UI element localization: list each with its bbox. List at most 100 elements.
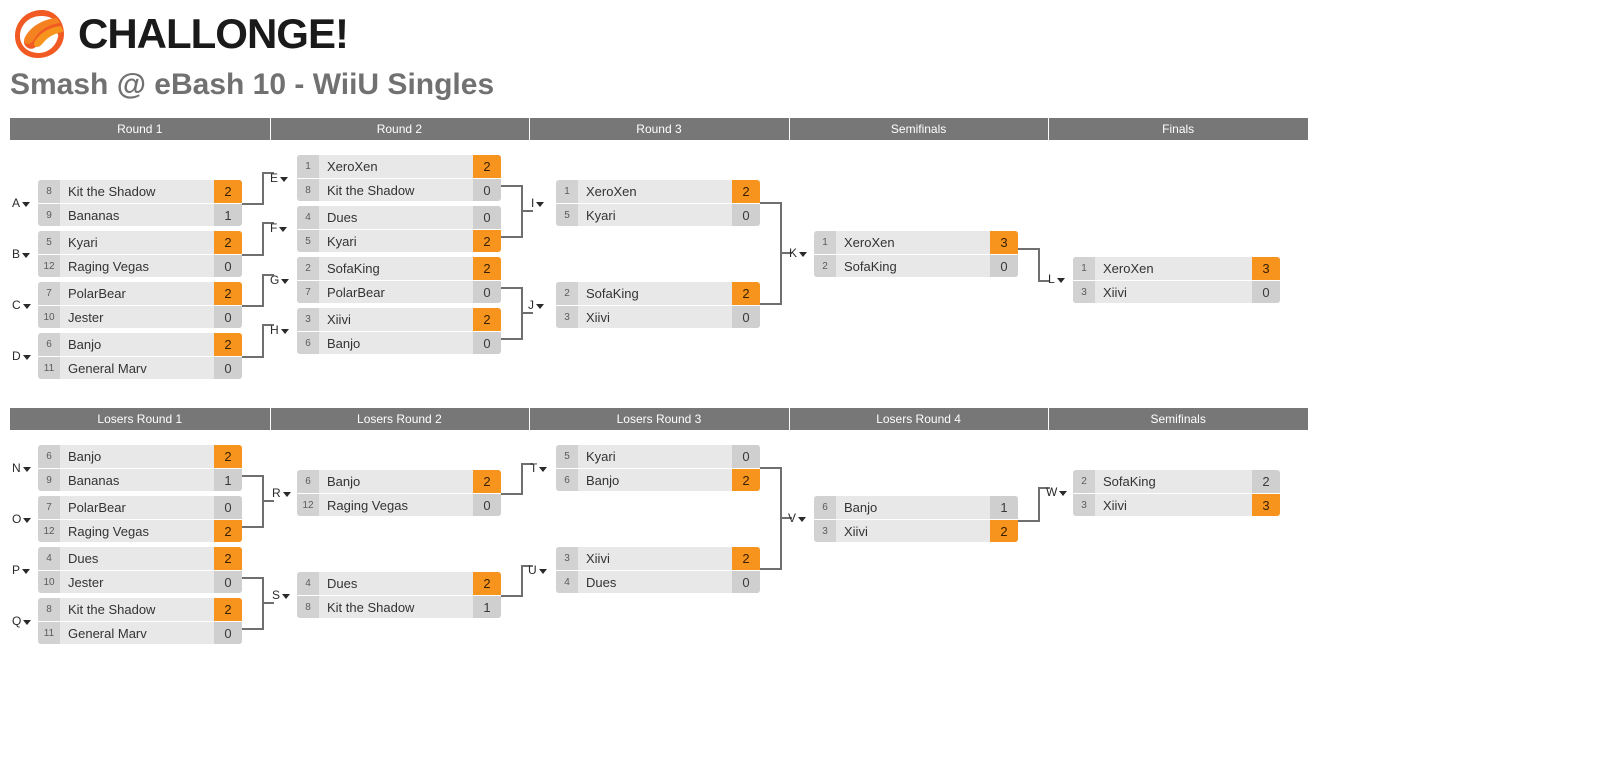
chevron-down-icon[interactable] bbox=[539, 466, 548, 472]
match-label-F[interactable]: F bbox=[270, 221, 288, 235]
match-label-A[interactable]: A bbox=[12, 196, 31, 210]
match-W[interactable]: 2 SofaKing 2 3 Xiivi 3 bbox=[1073, 470, 1280, 516]
chevron-down-icon[interactable] bbox=[798, 516, 807, 522]
match-Q[interactable]: 8 Kit the Shadow 2 11 General Marv 0 bbox=[38, 598, 242, 644]
match-row-top[interactable]: 4 Dues 2 bbox=[297, 572, 501, 595]
match-label-H[interactable]: H bbox=[270, 323, 289, 337]
match-row-top[interactable]: 2 SofaKing 2 bbox=[1073, 470, 1280, 493]
match-label-R[interactable]: R bbox=[272, 486, 291, 500]
match-row-top[interactable]: 3 Xiivi 2 bbox=[297, 308, 501, 331]
match-row-bottom[interactable]: 10 Jester 0 bbox=[38, 305, 242, 328]
match-row-top[interactable]: 5 Kyari 2 bbox=[38, 231, 242, 254]
match-row-top[interactable]: 6 Banjo 2 bbox=[297, 470, 501, 493]
match-D[interactable]: 6 Banjo 2 11 General Marv 0 bbox=[38, 333, 242, 379]
match-label-B[interactable]: B bbox=[12, 247, 31, 261]
match-label-P[interactable]: P bbox=[12, 563, 31, 577]
match-label-Q[interactable]: Q bbox=[12, 614, 32, 628]
match-A[interactable]: 8 Kit the Shadow 2 9 Bananas 1 bbox=[38, 180, 242, 226]
match-H[interactable]: 3 Xiivi 2 6 Banjo 0 bbox=[297, 308, 501, 354]
match-row-bottom[interactable]: 7 PolarBear 0 bbox=[297, 280, 501, 303]
match-label-D[interactable]: D bbox=[12, 349, 31, 363]
match-row-bottom[interactable]: 3 Xiivi 0 bbox=[1073, 280, 1280, 303]
match-V[interactable]: 6 Banjo 1 3 Xiivi 2 bbox=[814, 496, 1018, 542]
match-F[interactable]: 4 Dues 0 5 Kyari 2 bbox=[297, 206, 501, 252]
match-label-N[interactable]: N bbox=[12, 461, 31, 475]
chevron-down-icon[interactable] bbox=[1056, 277, 1065, 283]
match-row-bottom[interactable]: 8 Kit the Shadow 1 bbox=[297, 595, 501, 618]
match-row-top[interactable]: 2 SofaKing 2 bbox=[297, 257, 501, 280]
chevron-down-icon[interactable] bbox=[280, 176, 289, 182]
match-label-C[interactable]: C bbox=[12, 298, 31, 312]
match-row-top[interactable]: 8 Kit the Shadow 2 bbox=[38, 598, 242, 621]
match-row-top[interactable]: 3 Xiivi 2 bbox=[556, 547, 760, 570]
match-row-bottom[interactable]: 9 Bananas 1 bbox=[38, 468, 242, 491]
chevron-down-icon[interactable] bbox=[282, 593, 291, 599]
chevron-down-icon[interactable] bbox=[279, 226, 288, 232]
match-row-top[interactable]: 1 XeroXen 3 bbox=[1073, 257, 1280, 280]
match-N[interactable]: 6 Banjo 2 9 Bananas 1 bbox=[38, 445, 242, 491]
match-U[interactable]: 3 Xiivi 2 4 Dues 0 bbox=[556, 547, 760, 593]
match-S[interactable]: 4 Dues 2 8 Kit the Shadow 1 bbox=[297, 572, 501, 618]
chevron-down-icon[interactable] bbox=[22, 201, 31, 207]
match-row-bottom[interactable]: 4 Dues 0 bbox=[556, 570, 760, 593]
chevron-down-icon[interactable] bbox=[799, 251, 808, 257]
chevron-down-icon[interactable] bbox=[22, 568, 31, 574]
match-K[interactable]: 1 XeroXen 3 2 SofaKing 0 bbox=[814, 231, 1018, 277]
chevron-down-icon[interactable] bbox=[22, 354, 31, 360]
match-row-bottom[interactable]: 6 Banjo 2 bbox=[556, 468, 760, 491]
match-row-top[interactable]: 5 Kyari 0 bbox=[556, 445, 760, 468]
match-row-top[interactable]: 1 XeroXen 2 bbox=[297, 155, 501, 178]
match-R[interactable]: 6 Banjo 2 12 Raging Vegas 0 bbox=[297, 470, 501, 516]
match-B[interactable]: 5 Kyari 2 12 Raging Vegas 0 bbox=[38, 231, 242, 277]
match-O[interactable]: 7 PolarBear 0 12 Raging Vegas 2 bbox=[38, 496, 242, 542]
chevron-down-icon[interactable] bbox=[22, 252, 31, 258]
match-label-S[interactable]: S bbox=[272, 588, 291, 602]
match-row-top[interactable]: 4 Dues 2 bbox=[38, 547, 242, 570]
match-T[interactable]: 5 Kyari 0 6 Banjo 2 bbox=[556, 445, 760, 491]
match-row-bottom[interactable]: 8 Kit the Shadow 0 bbox=[297, 178, 501, 201]
match-label-E[interactable]: E bbox=[270, 171, 289, 185]
chevron-down-icon[interactable] bbox=[281, 278, 290, 284]
match-row-bottom[interactable]: 5 Kyari 0 bbox=[556, 203, 760, 226]
chevron-down-icon[interactable] bbox=[536, 303, 544, 309]
match-P[interactable]: 4 Dues 2 10 Jester 0 bbox=[38, 547, 242, 593]
match-row-bottom[interactable]: 12 Raging Vegas 0 bbox=[38, 254, 242, 277]
match-row-top[interactable]: 6 Banjo 1 bbox=[814, 496, 1018, 519]
chevron-down-icon[interactable] bbox=[22, 303, 31, 309]
match-row-bottom[interactable]: 6 Banjo 0 bbox=[297, 331, 501, 354]
match-label-I[interactable]: I bbox=[531, 196, 545, 210]
match-row-top[interactable]: 6 Banjo 2 bbox=[38, 445, 242, 468]
match-row-top[interactable]: 7 PolarBear 0 bbox=[38, 496, 242, 519]
match-row-bottom[interactable]: 3 Xiivi 2 bbox=[814, 519, 1018, 542]
chevron-down-icon[interactable] bbox=[22, 466, 31, 472]
match-row-bottom[interactable]: 5 Kyari 2 bbox=[297, 229, 501, 252]
match-label-L[interactable]: L bbox=[1048, 272, 1065, 286]
match-row-bottom[interactable]: 11 General Marv 0 bbox=[38, 356, 242, 379]
match-label-G[interactable]: G bbox=[270, 273, 290, 287]
chevron-down-icon[interactable] bbox=[1059, 490, 1068, 496]
match-row-bottom[interactable]: 10 Jester 0 bbox=[38, 570, 242, 593]
chevron-down-icon[interactable] bbox=[23, 619, 32, 625]
match-row-top[interactable]: 4 Dues 0 bbox=[297, 206, 501, 229]
match-label-W[interactable]: W bbox=[1046, 485, 1068, 499]
match-C[interactable]: 7 PolarBear 2 10 Jester 0 bbox=[38, 282, 242, 328]
match-row-bottom[interactable]: 11 General Marv 0 bbox=[38, 621, 242, 644]
chevron-down-icon[interactable] bbox=[282, 491, 291, 497]
match-L[interactable]: 1 XeroXen 3 3 Xiivi 0 bbox=[1073, 257, 1280, 303]
chevron-down-icon[interactable] bbox=[280, 328, 289, 334]
match-G[interactable]: 2 SofaKing 2 7 PolarBear 0 bbox=[297, 257, 501, 303]
chevron-down-icon[interactable] bbox=[23, 517, 32, 523]
match-row-top[interactable]: 2 SofaKing 2 bbox=[556, 282, 760, 305]
match-label-J[interactable]: J bbox=[528, 298, 544, 312]
match-row-bottom[interactable]: 12 Raging Vegas 0 bbox=[297, 493, 501, 516]
match-label-V[interactable]: V bbox=[788, 511, 807, 525]
match-row-bottom[interactable]: 3 Xiivi 0 bbox=[556, 305, 760, 328]
match-row-bottom[interactable]: 12 Raging Vegas 2 bbox=[38, 519, 242, 542]
match-E[interactable]: 1 XeroXen 2 8 Kit the Shadow 0 bbox=[297, 155, 501, 201]
match-row-top[interactable]: 8 Kit the Shadow 2 bbox=[38, 180, 242, 203]
match-row-top[interactable]: 1 XeroXen 2 bbox=[556, 180, 760, 203]
match-row-bottom[interactable]: 2 SofaKing 0 bbox=[814, 254, 1018, 277]
match-row-top[interactable]: 7 PolarBear 2 bbox=[38, 282, 242, 305]
match-row-top[interactable]: 1 XeroXen 3 bbox=[814, 231, 1018, 254]
match-I[interactable]: 1 XeroXen 2 5 Kyari 0 bbox=[556, 180, 760, 226]
